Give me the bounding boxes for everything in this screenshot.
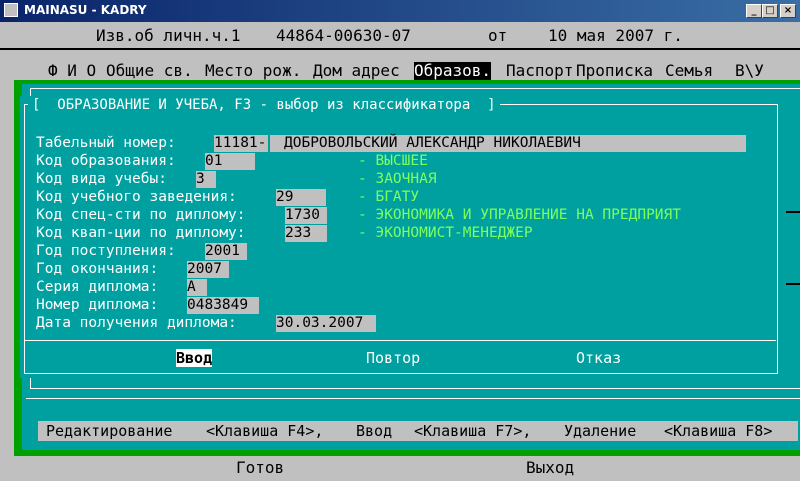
menu-birthplace[interactable]: Место рож. — [205, 62, 301, 80]
enter-key: <Клавиша F7>, — [414, 422, 532, 440]
window-title: MAINASU - KADRY — [24, 3, 147, 17]
menu-general[interactable]: Общие св. — [106, 62, 193, 80]
diploma-number-label: Номер диплома: — [36, 297, 159, 313]
doc-number: 44864-00630-07 — [276, 26, 411, 45]
menu-registration[interactable]: Прописка — [576, 62, 653, 80]
repeat-button[interactable]: Повтор — [366, 349, 420, 367]
exit-button[interactable]: Выход — [526, 459, 574, 477]
header-divider — [0, 48, 800, 50]
study-type-field[interactable]: 3 — [196, 171, 216, 188]
frame-line-2 — [26, 398, 800, 399]
admission-year-label: Год поступления: — [36, 243, 176, 259]
menu-family[interactable]: Семья — [665, 62, 713, 80]
qualification-code-field[interactable]: 233 — [285, 225, 327, 242]
delete-key: <Клавиша F8> — [664, 422, 773, 440]
ready-button[interactable]: Готов — [236, 459, 284, 477]
enter-hint[interactable]: Ввод — [356, 422, 392, 440]
bottom-bar — [0, 456, 800, 481]
specialty-code-desc: - ЭКОНОМИКА И УПРАВЛЕНИЕ НА ПРЕДПРИЯТ — [358, 207, 682, 223]
doc-date: 10 мая 2007 г. — [548, 26, 683, 45]
education-code-field[interactable]: 01 — [205, 153, 255, 170]
diploma-series-label: Серия диплома: — [36, 279, 159, 295]
institution-code-desc: - БГАТУ — [358, 189, 420, 205]
app-icon — [4, 3, 18, 17]
menu-home-address[interactable]: Дом адрес — [313, 62, 400, 80]
scroll-mark — [786, 211, 800, 213]
institution-code-field[interactable]: 29 — [276, 189, 326, 206]
menu-fio[interactable]: Ф И О — [48, 62, 96, 80]
graduation-year-field[interactable]: 2007 — [187, 261, 229, 278]
edit-hint[interactable]: Редактирование — [46, 422, 172, 440]
institution-code-label: Код учебного заведения: — [36, 189, 237, 205]
dialog-separator — [24, 340, 776, 341]
delete-hint[interactable]: Удаление — [564, 422, 636, 440]
specialty-code-label: Код спец-сти по диплому: — [36, 207, 246, 223]
qualification-code-desc: - ЭКОНОМИСТ-МЕНЕДЖЕР — [358, 225, 533, 241]
maximize-button[interactable]: □ — [762, 4, 778, 18]
from-label: от — [488, 26, 508, 45]
education-code-desc: - ВЫСШЕЕ — [358, 153, 428, 169]
menu-passport[interactable]: Паспорт — [506, 62, 573, 80]
frame-line-top — [30, 88, 800, 89]
scroll-mark — [786, 283, 800, 285]
qualification-code-label: Код квап-ции по диплому: — [36, 225, 246, 241]
menu-education[interactable]: Образов. — [414, 62, 492, 80]
diploma-date-label: Дата получения диплома: — [36, 315, 237, 331]
dialog-title: [ ОБРАЗОВАНИЕ И УЧЕБА, F3 - выбор из кла… — [28, 96, 500, 114]
diploma-date-field[interactable]: 30.03.2007 — [276, 315, 376, 332]
diploma-number-field[interactable]: 0483849 — [187, 297, 259, 314]
enter-button[interactable]: Ввод — [176, 349, 213, 367]
doc-type: Изв.об личн.ч.1 — [96, 26, 241, 45]
specialty-code-field[interactable]: 1730 — [285, 207, 327, 224]
close-button[interactable]: × — [780, 4, 796, 18]
study-type-desc: - ЗАОЧНАЯ — [358, 171, 437, 187]
study-type-label: Код вида учебы: — [36, 171, 167, 187]
tab-number-label: Табельный номер: — [36, 135, 176, 151]
education-code-label: Код образования: — [36, 153, 176, 169]
minimize-button[interactable]: _ — [746, 4, 762, 18]
admission-year-field[interactable]: 2001 — [205, 243, 247, 260]
diploma-series-field[interactable]: А — [187, 279, 207, 296]
graduation-year-label: Год окончания: — [36, 261, 159, 277]
employee-name: ДОБРОВОЛЬСКИЙ АЛЕКСАНДР НИКОЛАЕВИЧ — [270, 135, 746, 152]
title-bar: MAINASU - KADRY _ □ × — [0, 0, 800, 22]
menu-military[interactable]: В\У — [735, 62, 764, 80]
edit-key: <Клавиша F4>, — [206, 422, 324, 440]
tab-number-field[interactable]: 11181- — [214, 135, 269, 152]
cancel-button[interactable]: Отказ — [576, 349, 621, 367]
frame-line — [30, 388, 800, 389]
